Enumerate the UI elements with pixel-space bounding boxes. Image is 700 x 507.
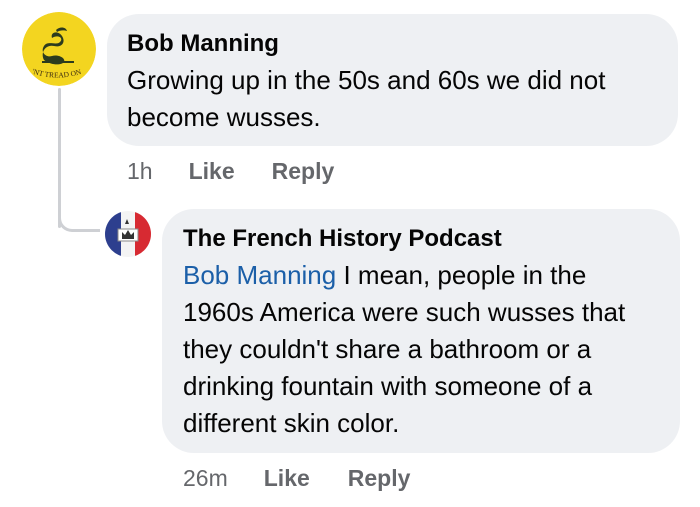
- comment-author[interactable]: Bob Manning: [127, 28, 658, 60]
- reply-button[interactable]: Reply: [348, 465, 411, 492]
- comment-bubble: Bob Manning Growing up in the 50s and 60…: [107, 14, 678, 146]
- gadsden-flag-icon[interactable]: 'NT TREAD ON: [22, 12, 96, 86]
- thread-connector: [58, 196, 100, 232]
- reply-actions: 26m Like Reply: [183, 465, 410, 492]
- avatar-image: 'NT TREAD ON: [22, 12, 96, 86]
- comment-text: Growing up in the 50s and 60s we did not…: [127, 65, 606, 132]
- reply-timestamp[interactable]: 26m: [183, 465, 228, 492]
- avatar-image: [105, 211, 151, 257]
- like-button[interactable]: Like: [264, 465, 310, 492]
- reply-button[interactable]: Reply: [272, 158, 335, 185]
- comment-timestamp[interactable]: 1h: [127, 158, 153, 185]
- reply-author[interactable]: The French History Podcast: [183, 223, 660, 255]
- comment-actions: 1h Like Reply: [127, 158, 334, 185]
- reply-bubble: The French History Podcast Bob Manning I…: [162, 209, 680, 453]
- like-button[interactable]: Like: [189, 158, 235, 185]
- mention-link[interactable]: Bob Manning: [183, 260, 336, 290]
- reply-text-block: Bob Manning I mean, people in the 1960s …: [183, 257, 660, 442]
- french-flag-icon[interactable]: [105, 211, 151, 257]
